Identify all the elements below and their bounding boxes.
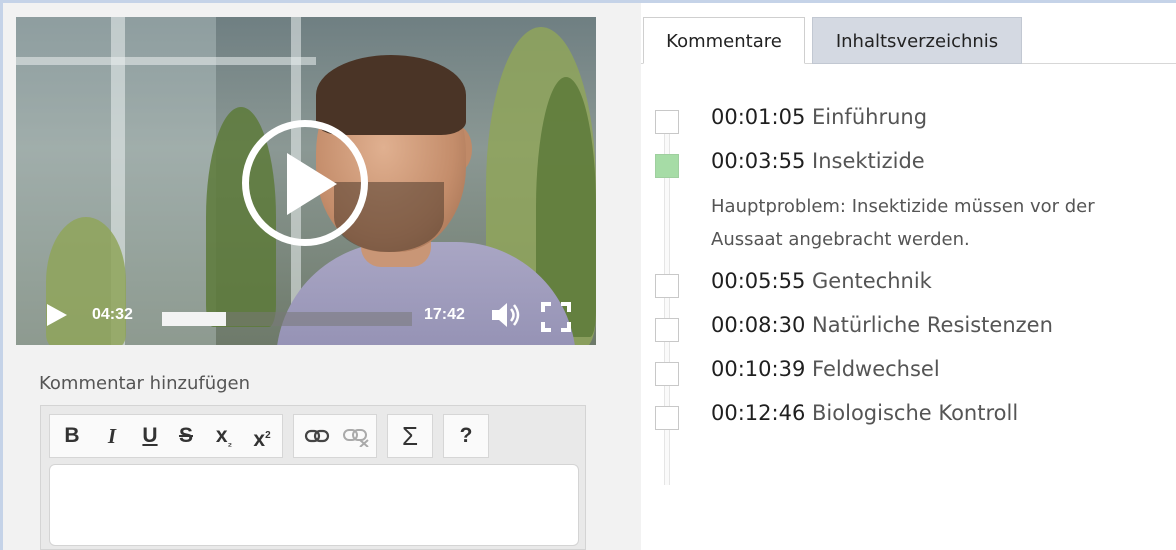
toc-marker[interactable] bbox=[655, 362, 679, 386]
toc-entry[interactable]: 00:05:55 Gentechnik bbox=[711, 269, 932, 293]
bold-button[interactable]: B bbox=[60, 415, 84, 457]
volume-icon[interactable] bbox=[490, 301, 522, 329]
fullscreen-icon[interactable] bbox=[541, 302, 571, 332]
subscript-button[interactable]: x₂ bbox=[210, 415, 238, 457]
underline-button[interactable]: U bbox=[138, 415, 162, 457]
strikethrough-button[interactable]: S bbox=[174, 415, 198, 457]
italic-button[interactable]: I bbox=[100, 415, 124, 457]
toc-marker-active[interactable] bbox=[655, 154, 679, 178]
toc-title: Insektizide bbox=[812, 149, 925, 173]
comment-editor: B I U S x₂ x2 Σ ? bbox=[40, 405, 586, 550]
link-toolbar-group bbox=[293, 414, 377, 458]
player-controls: 04:32 17:42 bbox=[16, 285, 596, 345]
seek-bar[interactable] bbox=[162, 312, 412, 326]
toc-time: 00:10:39 bbox=[711, 357, 806, 381]
toc-title: Feldwechsel bbox=[812, 357, 940, 381]
tab-comments[interactable]: Kommentare bbox=[643, 17, 805, 64]
toc-title: Natürliche Resistenzen bbox=[812, 313, 1053, 337]
toc-entry[interactable]: 00:12:46 Biologische Kontroll bbox=[711, 401, 1018, 425]
toc-time: 00:05:55 bbox=[711, 269, 806, 293]
left-column: 04:32 17:42 Kommentar hinzufügen B I U S… bbox=[3, 3, 641, 550]
toc-time: 00:08:30 bbox=[711, 313, 806, 337]
big-play-button[interactable] bbox=[242, 120, 368, 246]
format-toolbar-group: B I U S x₂ x2 bbox=[49, 414, 283, 458]
play-icon bbox=[287, 153, 337, 215]
subscript-label: x bbox=[215, 424, 228, 447]
video-player[interactable]: 04:32 17:42 bbox=[16, 17, 596, 345]
help-button[interactable]: ? bbox=[444, 415, 488, 457]
person-hair bbox=[316, 55, 466, 135]
toc-entry[interactable]: 00:10:39 Feldwechsel bbox=[711, 357, 940, 381]
link-icon[interactable] bbox=[304, 427, 330, 445]
sum-button[interactable]: Σ bbox=[388, 415, 432, 457]
toc-entry[interactable]: 00:01:05 Einführung bbox=[711, 105, 927, 129]
toc-marker[interactable] bbox=[655, 110, 679, 134]
toc-marker[interactable] bbox=[655, 318, 679, 342]
greenhouse-frame bbox=[16, 57, 316, 65]
toc-entry[interactable]: 00:03:55 Insektizide bbox=[711, 149, 925, 173]
math-toolbar-group: Σ bbox=[387, 414, 433, 458]
add-comment-label: Kommentar hinzufügen bbox=[39, 373, 251, 394]
toc-time: 00:01:05 bbox=[711, 105, 806, 129]
toc-marker[interactable] bbox=[655, 406, 679, 430]
play-icon[interactable] bbox=[46, 303, 68, 327]
toc-time: 00:03:55 bbox=[711, 149, 806, 173]
toc-title: Gentechnik bbox=[812, 269, 932, 293]
seek-progress bbox=[162, 312, 226, 326]
toc-description: Hauptproblem: Insektizide müssen vor der… bbox=[711, 196, 1095, 250]
comment-textarea[interactable] bbox=[49, 464, 579, 546]
toc-title: Einführung bbox=[812, 105, 928, 129]
tab-table-of-contents[interactable]: Inhaltsverzeichnis bbox=[812, 17, 1022, 64]
toc-title: Biologische Kontroll bbox=[812, 401, 1019, 425]
toc-marker[interactable] bbox=[655, 274, 679, 298]
help-toolbar-group: ? bbox=[443, 414, 489, 458]
subscript-mark: ₂ bbox=[227, 438, 233, 449]
superscript-button[interactable]: x2 bbox=[248, 415, 276, 457]
superscript-mark: 2 bbox=[265, 430, 271, 441]
toc-time: 00:12:46 bbox=[711, 401, 806, 425]
current-time: 04:32 bbox=[92, 306, 133, 323]
total-time: 17:42 bbox=[424, 306, 465, 323]
unlink-icon[interactable] bbox=[342, 427, 370, 447]
superscript-label: x bbox=[253, 428, 266, 451]
toc-entry[interactable]: 00:08:30 Natürliche Resistenzen bbox=[711, 313, 1053, 337]
